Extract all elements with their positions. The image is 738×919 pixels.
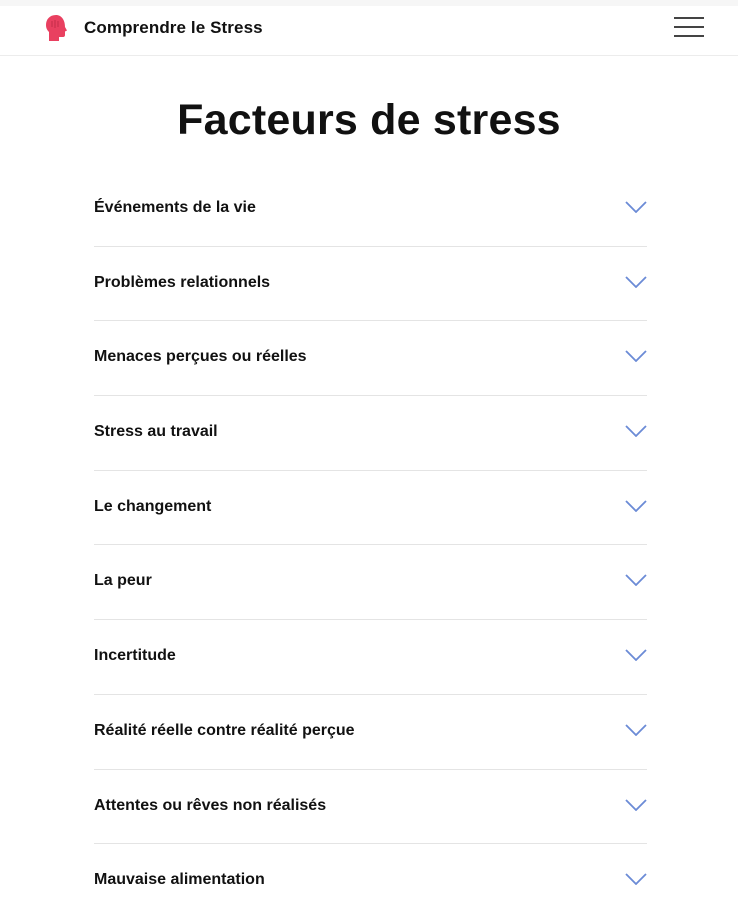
brand-link[interactable]: Comprendre le Stress xyxy=(44,14,263,42)
top-strip xyxy=(0,0,738,6)
accordion-item-peur[interactable]: La peur xyxy=(94,545,647,621)
chevron-down-icon xyxy=(625,425,647,438)
chevron-down-icon xyxy=(625,276,647,288)
accordion-item-travail[interactable]: Stress au travail xyxy=(94,396,647,471)
page-title: Facteurs de stress xyxy=(177,96,561,144)
accordion-item-changement[interactable]: Le changement xyxy=(94,471,647,546)
head-icon xyxy=(46,15,67,41)
accordion-item-label: Problèmes relationnels xyxy=(94,273,271,291)
accordion-item-label: Menaces perçues ou réelles xyxy=(94,348,307,366)
accordion-item-incertitude[interactable]: Incertitude xyxy=(94,620,647,695)
chevron-down-icon xyxy=(625,798,647,811)
stress-factors-accordion: Événements de la vie Problèmes relationn… xyxy=(94,172,647,919)
chevron-down-icon xyxy=(625,201,647,213)
chevron-down-icon xyxy=(625,649,647,662)
accordion-item-label: Réalité réelle contre réalité perçue xyxy=(94,721,355,739)
accordion-item-label: Le changement xyxy=(94,497,212,515)
accordion-item-label: Mauvaise alimentation xyxy=(94,871,265,889)
accordion-item-relationnels[interactable]: Problèmes relationnels xyxy=(94,247,647,322)
accordion-item-menaces[interactable]: Menaces perçues ou réelles xyxy=(94,321,647,397)
hamburger-menu-icon[interactable] xyxy=(672,15,706,39)
brand-name: Comprendre le Stress xyxy=(84,18,263,37)
accordion-item-realite[interactable]: Réalité réelle contre réalité perçue xyxy=(94,695,647,770)
accordion-item-attentes[interactable]: Attentes ou rêves non réalisés xyxy=(94,770,647,845)
accordion-item-evenements[interactable]: Événements de la vie xyxy=(94,172,647,247)
chevron-down-icon xyxy=(625,724,647,736)
chevron-down-icon xyxy=(625,350,647,363)
accordion-item-alimentation[interactable]: Mauvaise alimentation xyxy=(94,844,647,919)
accordion-item-label: Événements de la vie xyxy=(94,199,256,216)
accordion-item-label: La peur xyxy=(94,572,152,590)
accordion-item-label: Attentes ou rêves non réalisés xyxy=(94,796,327,814)
chevron-down-icon xyxy=(625,873,647,886)
accordion-item-label: Incertitude xyxy=(94,647,176,665)
chevron-down-icon xyxy=(625,500,647,512)
accordion-item-label: Stress au travail xyxy=(94,423,218,441)
chevron-down-icon xyxy=(625,574,647,587)
site-header: Comprendre le Stress xyxy=(0,0,738,56)
